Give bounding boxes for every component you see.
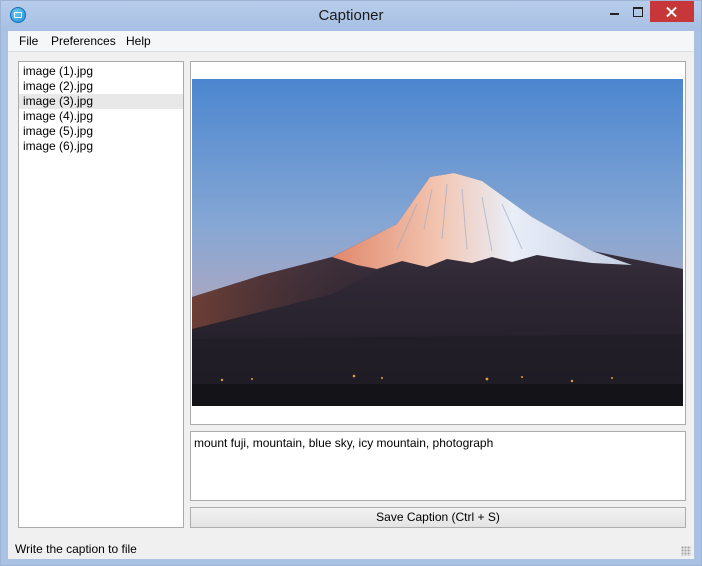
menu-help[interactable]: Help [126, 34, 151, 48]
maximize-icon [633, 7, 643, 17]
image-preview [190, 61, 686, 425]
file-item[interactable]: image (2).jpg [19, 79, 183, 94]
file-item[interactable]: image (5).jpg [19, 124, 183, 139]
window-title: Captioner [318, 7, 384, 24]
file-item[interactable]: image (1).jpg [19, 64, 183, 79]
maximize-button[interactable] [625, 1, 651, 22]
title-bar[interactable]: Captioner [1, 1, 701, 31]
caption-input[interactable]: mount fuji, mountain, blue sky, icy moun… [190, 431, 686, 501]
menu-preferences[interactable]: Preferences [51, 34, 116, 48]
status-bar: Write the caption to file [8, 539, 694, 559]
client-area: File Preferences Help image (1).jpg imag… [8, 31, 694, 559]
minimize-icon [610, 13, 619, 15]
save-caption-button[interactable]: Save Caption (Ctrl + S) [190, 507, 686, 528]
file-list[interactable]: image (1).jpg image (2).jpg image (3).jp… [18, 61, 184, 528]
mountain-photo [192, 79, 683, 406]
minimize-button[interactable] [601, 1, 627, 22]
app-window: Captioner File Preferences Help image (1… [0, 0, 702, 566]
menu-bar: File Preferences Help [8, 31, 694, 52]
file-item[interactable]: image (6).jpg [19, 139, 183, 154]
file-item-selected[interactable]: image (3).jpg [19, 94, 183, 109]
menu-file[interactable]: File [19, 34, 38, 48]
status-text: Write the caption to file [15, 542, 137, 556]
close-button[interactable] [650, 1, 694, 22]
file-item[interactable]: image (4).jpg [19, 109, 183, 124]
resize-grip-icon[interactable] [681, 546, 691, 556]
